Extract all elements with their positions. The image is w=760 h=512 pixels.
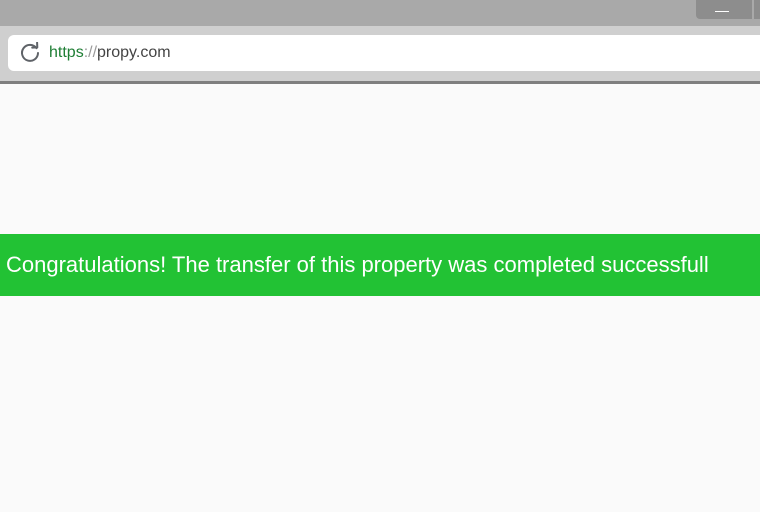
browser-toolbar: https://propy.com <box>0 26 760 81</box>
url-separator: :// <box>83 44 98 61</box>
browser-window: https://propy.com Congratulations! The t… <box>0 0 760 512</box>
title-bar <box>0 0 760 26</box>
toolbar-divider <box>0 81 760 84</box>
success-banner: Congratulations! The transfer of this pr… <box>0 234 760 296</box>
url-text[interactable]: https://propy.com <box>49 43 171 63</box>
reload-icon[interactable] <box>19 42 41 64</box>
minimize-icon <box>715 11 729 12</box>
success-message: Congratulations! The transfer of this pr… <box>6 252 709 277</box>
maximize-button[interactable] <box>754 0 760 19</box>
url-host: propy.com <box>97 44 171 61</box>
url-scheme: https <box>49 44 84 61</box>
address-bar[interactable]: https://propy.com <box>8 35 760 71</box>
minimize-button[interactable] <box>696 0 752 19</box>
